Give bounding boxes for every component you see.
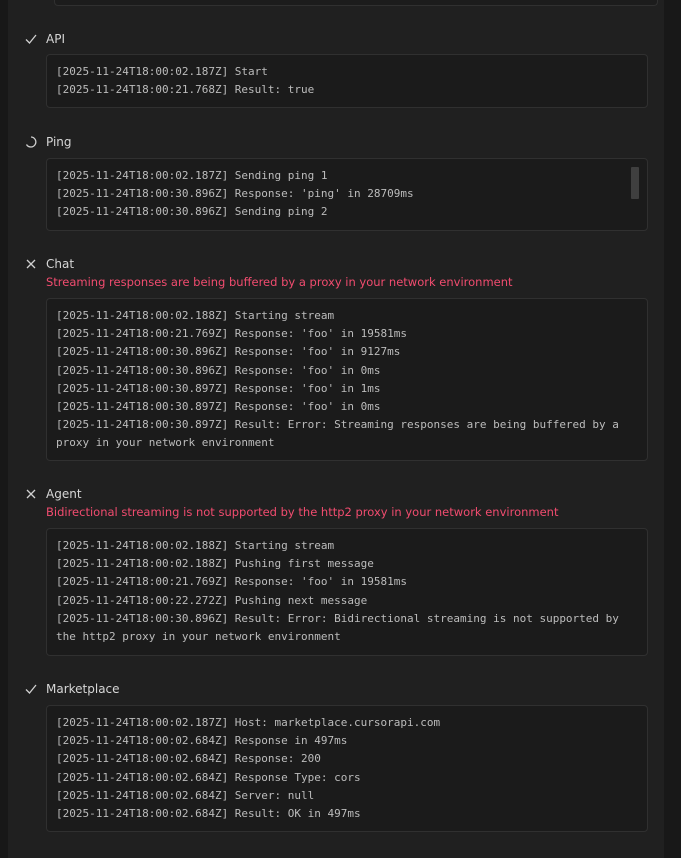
close-icon [23,486,39,502]
log-line: [2025-11-24T18:00:30.897Z] Result: Error… [56,418,626,450]
previous-log-box [54,0,658,6]
log-line: [2025-11-24T18:00:02.187Z] Sending ping … [56,169,328,182]
log-line: [2025-11-24T18:00:02.684Z] Response in 4… [56,734,348,748]
log-line: [2025-11-24T18:00:02.187Z] Host: marketp… [56,716,441,729]
log-line: [2025-11-24T18:00:30.897Z] Response: 'fo… [56,381,381,395]
log-line: [2025-11-24T18:00:02.684Z] Response: 200 [56,752,321,766]
section-title: Marketplace [46,682,120,696]
log-line: [2025-11-24T18:00:21.769Z] Response: 'fo… [56,327,407,341]
log-line: [2025-11-24T18:00:30.896Z] Result: Error… [56,611,626,644]
log-line: [2025-11-24T18:00:30.896Z] Response: 'pi… [56,187,414,201]
log-scrollbar[interactable] [631,167,639,199]
log-line: [2025-11-24T18:00:02.188Z] Pushing first… [56,557,374,571]
log-line: [2025-11-24T18:00:02.684Z] Result: OK in… [56,807,361,821]
check-icon [23,681,39,697]
log-line: [2025-11-24T18:00:22.272Z] Pushing next … [56,593,368,607]
section-title: Agent [46,487,82,501]
log-line: [2025-11-24T18:00:30.896Z] Response: 'fo… [56,345,401,359]
log-box[interactable]: [2025-11-24T18:00:02.187Z] Host: marketp… [46,705,648,832]
log-line: [2025-11-24T18:00:30.896Z] Sending ping … [56,205,328,219]
log-line: [2025-11-24T18:00:02.187Z] Start [56,65,268,78]
error-message: Bidirectional streaming is not supported… [46,505,559,519]
log-line: [2025-11-24T18:00:21.769Z] Response: 'fo… [56,575,407,589]
log-box[interactable]: [2025-11-24T18:00:02.188Z] Starting stre… [46,298,648,461]
log-line: [2025-11-24T18:00:30.897Z] Response: 'fo… [56,400,381,414]
log-box[interactable]: [2025-11-24T18:00:02.188Z] Starting stre… [46,528,648,656]
log-box[interactable]: [2025-11-24T18:00:02.187Z] Start [2025-1… [46,54,648,108]
check-icon [23,31,39,47]
error-message: Streaming responses are being buffered b… [46,275,513,289]
section-title: API [46,32,65,46]
log-line: [2025-11-24T18:00:02.188Z] Starting stre… [56,539,335,552]
diagnostics-panel: API [2025-11-24T18:00:02.187Z] Start [20… [8,0,664,858]
loading-spinner-icon [23,134,39,150]
section-title: Chat [46,257,75,271]
log-line: [2025-11-24T18:00:21.768Z] Result: true [56,83,315,97]
log-box[interactable]: [2025-11-24T18:00:02.187Z] Sending ping … [46,158,648,231]
log-line: [2025-11-24T18:00:02.188Z] Starting stre… [56,309,335,322]
close-icon [23,256,39,272]
log-line: [2025-11-24T18:00:02.684Z] Response Type… [56,770,361,784]
log-line: [2025-11-24T18:00:02.684Z] Server: null [56,788,315,802]
log-line: [2025-11-24T18:00:30.896Z] Response: 'fo… [56,363,381,377]
section-title: Ping [46,135,72,149]
